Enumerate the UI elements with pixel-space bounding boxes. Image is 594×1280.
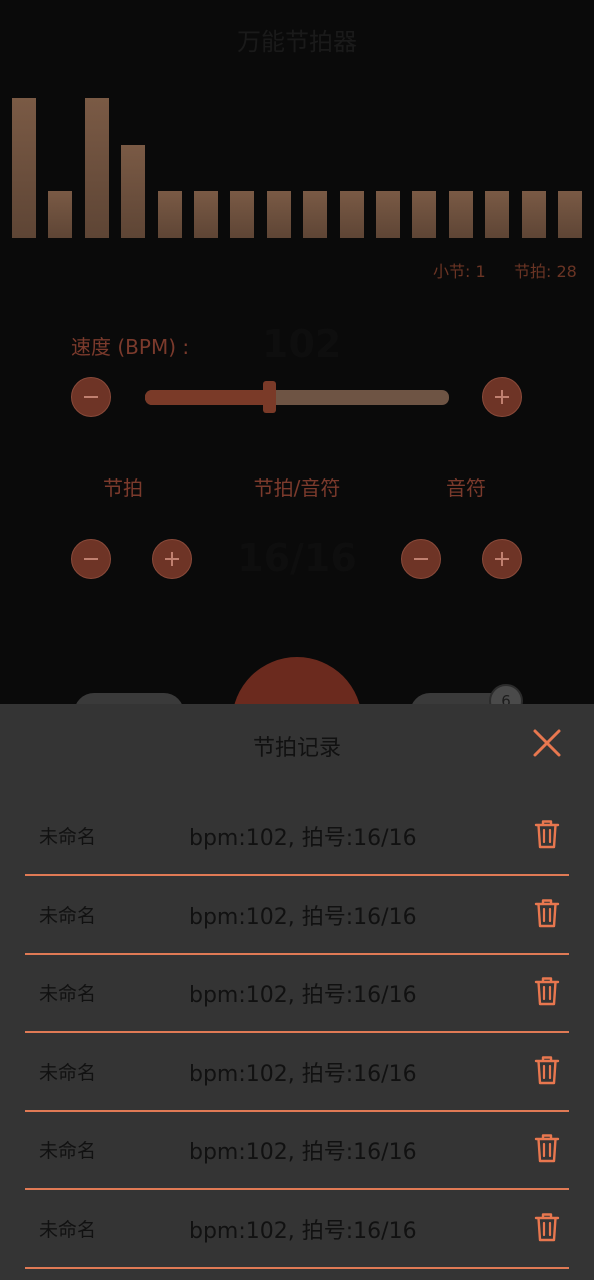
time-signature-label: 节拍/音符 <box>253 476 341 500</box>
minus-icon <box>84 396 98 398</box>
note-increase-button[interactable] <box>482 539 522 579</box>
close-icon <box>533 729 561 757</box>
delete-button[interactable] <box>533 1132 561 1164</box>
plus-icon <box>495 390 509 404</box>
visualizer-bar <box>48 191 72 238</box>
visualizer-bar <box>412 191 436 238</box>
record-name: 未命名 <box>39 904 97 927</box>
trash-icon <box>534 820 560 849</box>
record-row[interactable]: 未命名 bpm:102, 拍号:16/16 <box>25 877 569 955</box>
trash-icon <box>534 898 560 927</box>
record-name: 未命名 <box>39 983 97 1006</box>
note-label: 音符 <box>446 476 486 500</box>
record-name: 未命名 <box>39 826 97 848</box>
visualizer-bar <box>340 191 364 238</box>
record-name: 未命名 <box>39 1140 97 1163</box>
minus-icon <box>84 558 98 560</box>
close-button[interactable] <box>530 726 564 760</box>
minus-icon <box>414 558 428 560</box>
delete-button[interactable] <box>533 975 561 1007</box>
tempo-slider-fill <box>145 390 270 405</box>
trash-icon <box>534 1213 560 1242</box>
tempo-increase-button[interactable] <box>482 377 522 417</box>
plus-icon <box>165 552 179 566</box>
plus-icon <box>495 552 509 566</box>
record-row[interactable]: 未命名 bpm:102, 拍号:16/16 <box>25 1034 569 1112</box>
trash-icon <box>534 977 560 1006</box>
note-decrease-button[interactable] <box>401 539 441 579</box>
tempo-value: 102 <box>262 322 342 366</box>
trash-icon <box>534 1056 560 1084</box>
visualizer-bar <box>194 191 218 238</box>
visualizer-bar <box>12 98 36 238</box>
visualizer-bar <box>376 191 400 238</box>
record-info: bpm:102, 拍号:16/16 <box>189 1061 417 1087</box>
record-info: bpm:102, 拍号:16/16 <box>189 1140 417 1166</box>
beats-label: 节拍 <box>103 476 143 500</box>
record-info: bpm:102, 拍号:16/16 <box>189 826 417 851</box>
visualizer-bar <box>230 191 254 238</box>
beat-visualizer <box>12 92 582 238</box>
visualizer-bar <box>121 145 145 238</box>
tempo-label: 速度 (BPM) : <box>71 335 190 359</box>
visualizer-bar <box>558 191 582 238</box>
record-info: bpm:102, 拍号:16/16 <box>189 1219 417 1244</box>
record-row[interactable]: 未命名 bpm:102, 拍号:16/16 <box>25 798 569 876</box>
record-row[interactable]: 未命名 bpm:102, 拍号:16/16 <box>25 1191 569 1269</box>
record-name: 未命名 <box>39 1219 97 1241</box>
record-name: 未命名 <box>39 1061 97 1084</box>
trash-icon <box>534 1134 560 1163</box>
record-row[interactable]: 未命名 bpm:102, 拍号:16/16 <box>25 1112 569 1191</box>
measure-counter: 小节: 1 <box>433 262 486 281</box>
delete-button[interactable] <box>533 897 561 929</box>
beats-decrease-button[interactable] <box>71 539 111 579</box>
beats-increase-button[interactable] <box>152 539 192 579</box>
visualizer-bar <box>85 98 109 238</box>
record-row[interactable]: 未命名 bpm:102, 拍号:16/16 <box>25 955 569 1034</box>
visualizer-bar <box>449 191 473 238</box>
record-info: bpm:102, 拍号:16/16 <box>189 904 417 930</box>
visualizer-bar <box>158 191 182 238</box>
delete-button[interactable] <box>533 818 561 850</box>
visualizer-bar <box>485 191 509 238</box>
tempo-slider-thumb[interactable] <box>263 381 276 413</box>
record-info: bpm:102, 拍号:16/16 <box>189 983 417 1009</box>
time-signature-value: 16/16 <box>237 536 357 580</box>
visualizer-bar <box>303 191 327 238</box>
delete-button[interactable] <box>533 1054 561 1086</box>
sheet-title: 节拍记录 <box>252 736 341 761</box>
visualizer-bar <box>267 191 291 238</box>
beat-counter: 节拍: 28 <box>514 262 577 281</box>
app-title: 万能节拍器 <box>237 28 357 56</box>
visualizer-bar <box>522 191 546 238</box>
tempo-decrease-button[interactable] <box>71 377 111 417</box>
delete-button[interactable] <box>533 1211 561 1243</box>
